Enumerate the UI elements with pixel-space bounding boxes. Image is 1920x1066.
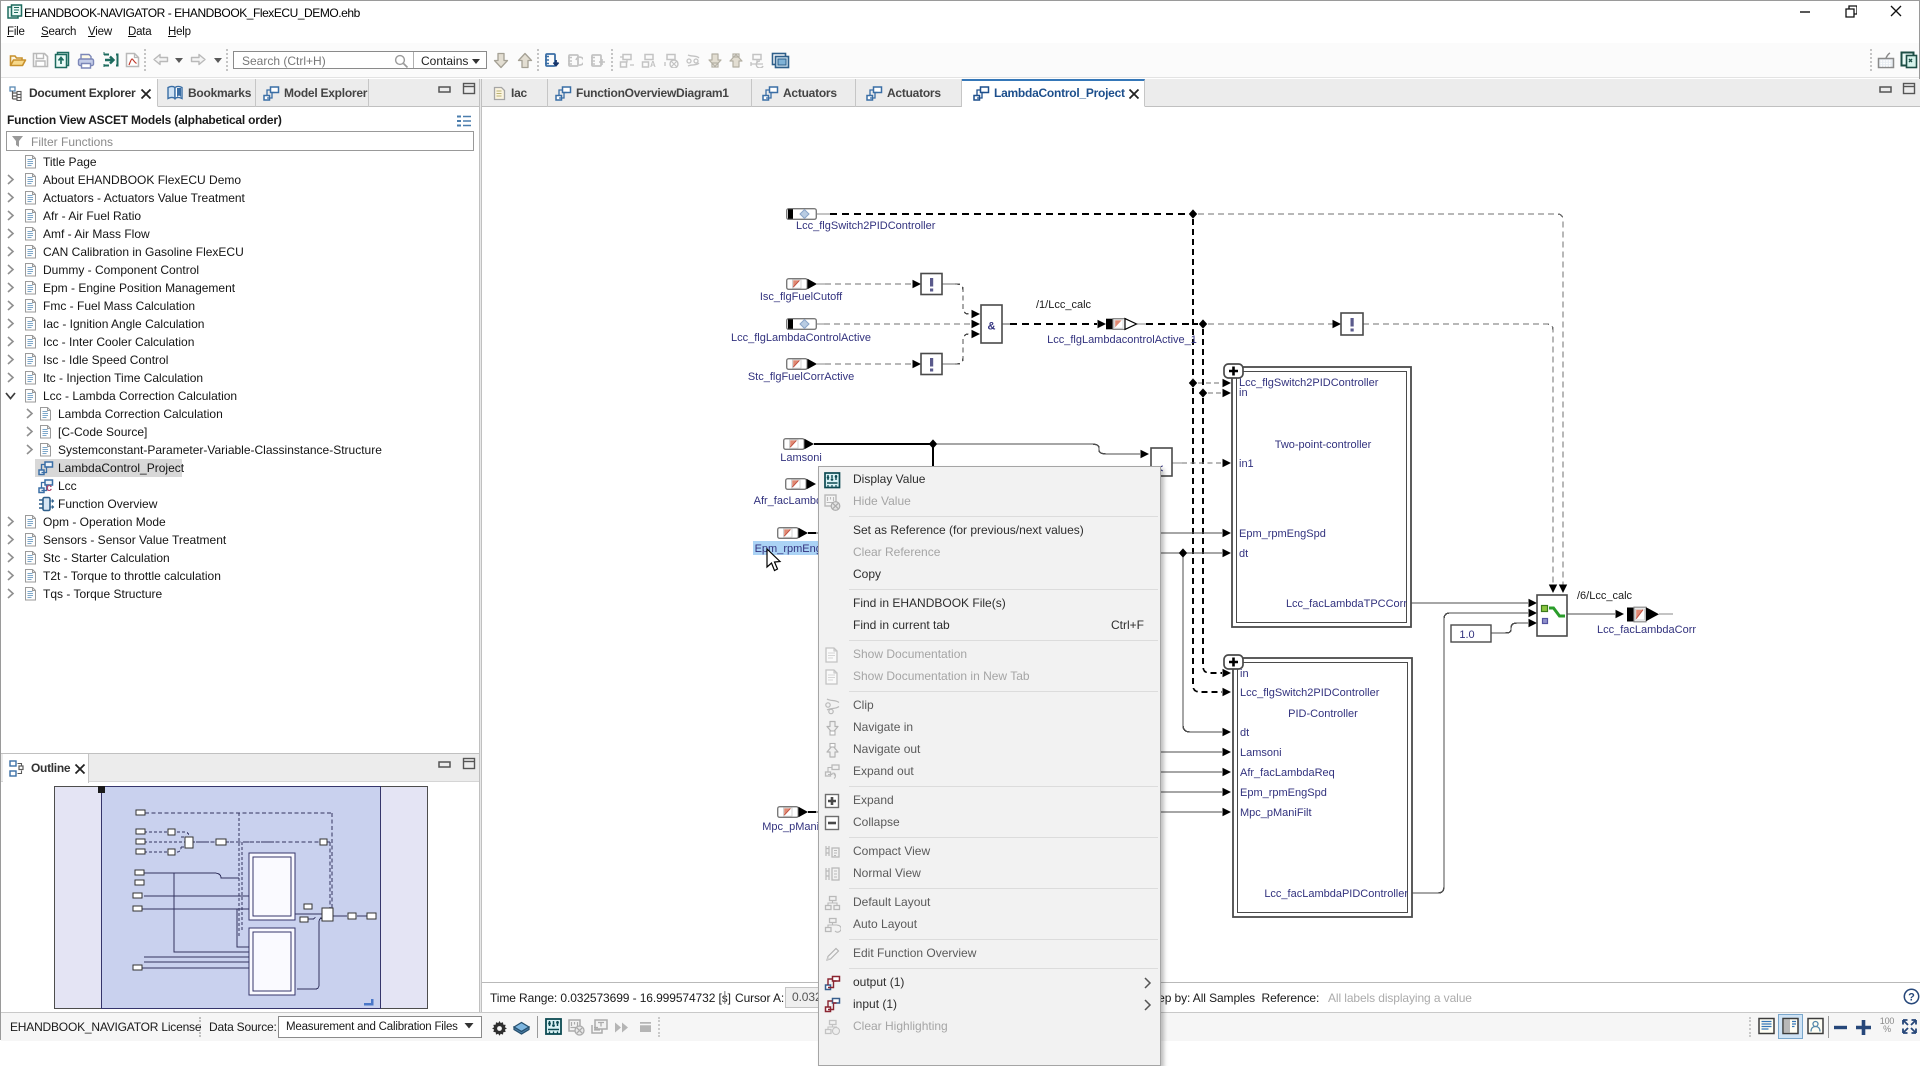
svg-text:Afr_facLambdaReq: Afr_facLambdaReq xyxy=(1240,767,1335,779)
svg-text:Lamsoni: Lamsoni xyxy=(780,452,822,464)
svg-text:&: & xyxy=(988,321,996,333)
svg-text:Stc_flgFuelCorrActive: Stc_flgFuelCorrActive xyxy=(748,371,854,383)
svg-text:Lcc_flgSwitch2PIDController: Lcc_flgSwitch2PIDController xyxy=(1239,377,1379,389)
svg-text:/1/Lcc_calc: /1/Lcc_calc xyxy=(1036,299,1092,311)
svg-text:1.0: 1.0 xyxy=(1459,629,1474,641)
svg-text:in: in xyxy=(1239,387,1248,399)
svg-text:?: ? xyxy=(1908,992,1915,1004)
svg-text:Lcc_facLambdaPIDController: Lcc_facLambdaPIDController xyxy=(1264,888,1408,900)
svg-text:Lcc_flgLambdacontrolActive_1: Lcc_flgLambdacontrolActive_1 xyxy=(1047,334,1197,346)
svg-text:Lcc_facLambdaTPCCorr: Lcc_facLambdaTPCCorr xyxy=(1286,598,1407,610)
svg-text:PID-Controller: PID-Controller xyxy=(1288,708,1358,720)
svg-text:Two-point-controller: Two-point-controller xyxy=(1275,439,1372,451)
svg-text:Isc_flgFuelCutoff: Isc_flgFuelCutoff xyxy=(760,291,843,303)
svg-text:Epm_rpmEngSpd: Epm_rpmEngSpd xyxy=(1240,787,1327,799)
svg-text:Lcc_flgSwitch2PIDController: Lcc_flgSwitch2PIDController xyxy=(1240,687,1380,699)
svg-text:/6/Lcc_calc: /6/Lcc_calc xyxy=(1577,590,1633,602)
svg-text:Epm_rpmEngSpd: Epm_rpmEngSpd xyxy=(1239,528,1326,540)
svg-text:Lamsoni: Lamsoni xyxy=(1240,747,1282,759)
svg-text:Mpc_pManiFilt: Mpc_pManiFilt xyxy=(1240,807,1312,819)
svg-text:A: A xyxy=(650,60,656,68)
svg-text:Lcc_flgSwitch2PIDController: Lcc_flgSwitch2PIDController xyxy=(796,220,936,232)
svg-text:in: in xyxy=(1240,668,1249,680)
svg-text:Lcc_facLambdaCorr: Lcc_facLambdaCorr xyxy=(1597,624,1696,636)
svg-text:Lcc_flgLambdaControlActive: Lcc_flgLambdaControlActive xyxy=(731,332,871,344)
svg-text:dt: dt xyxy=(1240,727,1249,739)
svg-text:in1: in1 xyxy=(1239,458,1254,470)
svg-text:dt: dt xyxy=(1239,548,1248,560)
